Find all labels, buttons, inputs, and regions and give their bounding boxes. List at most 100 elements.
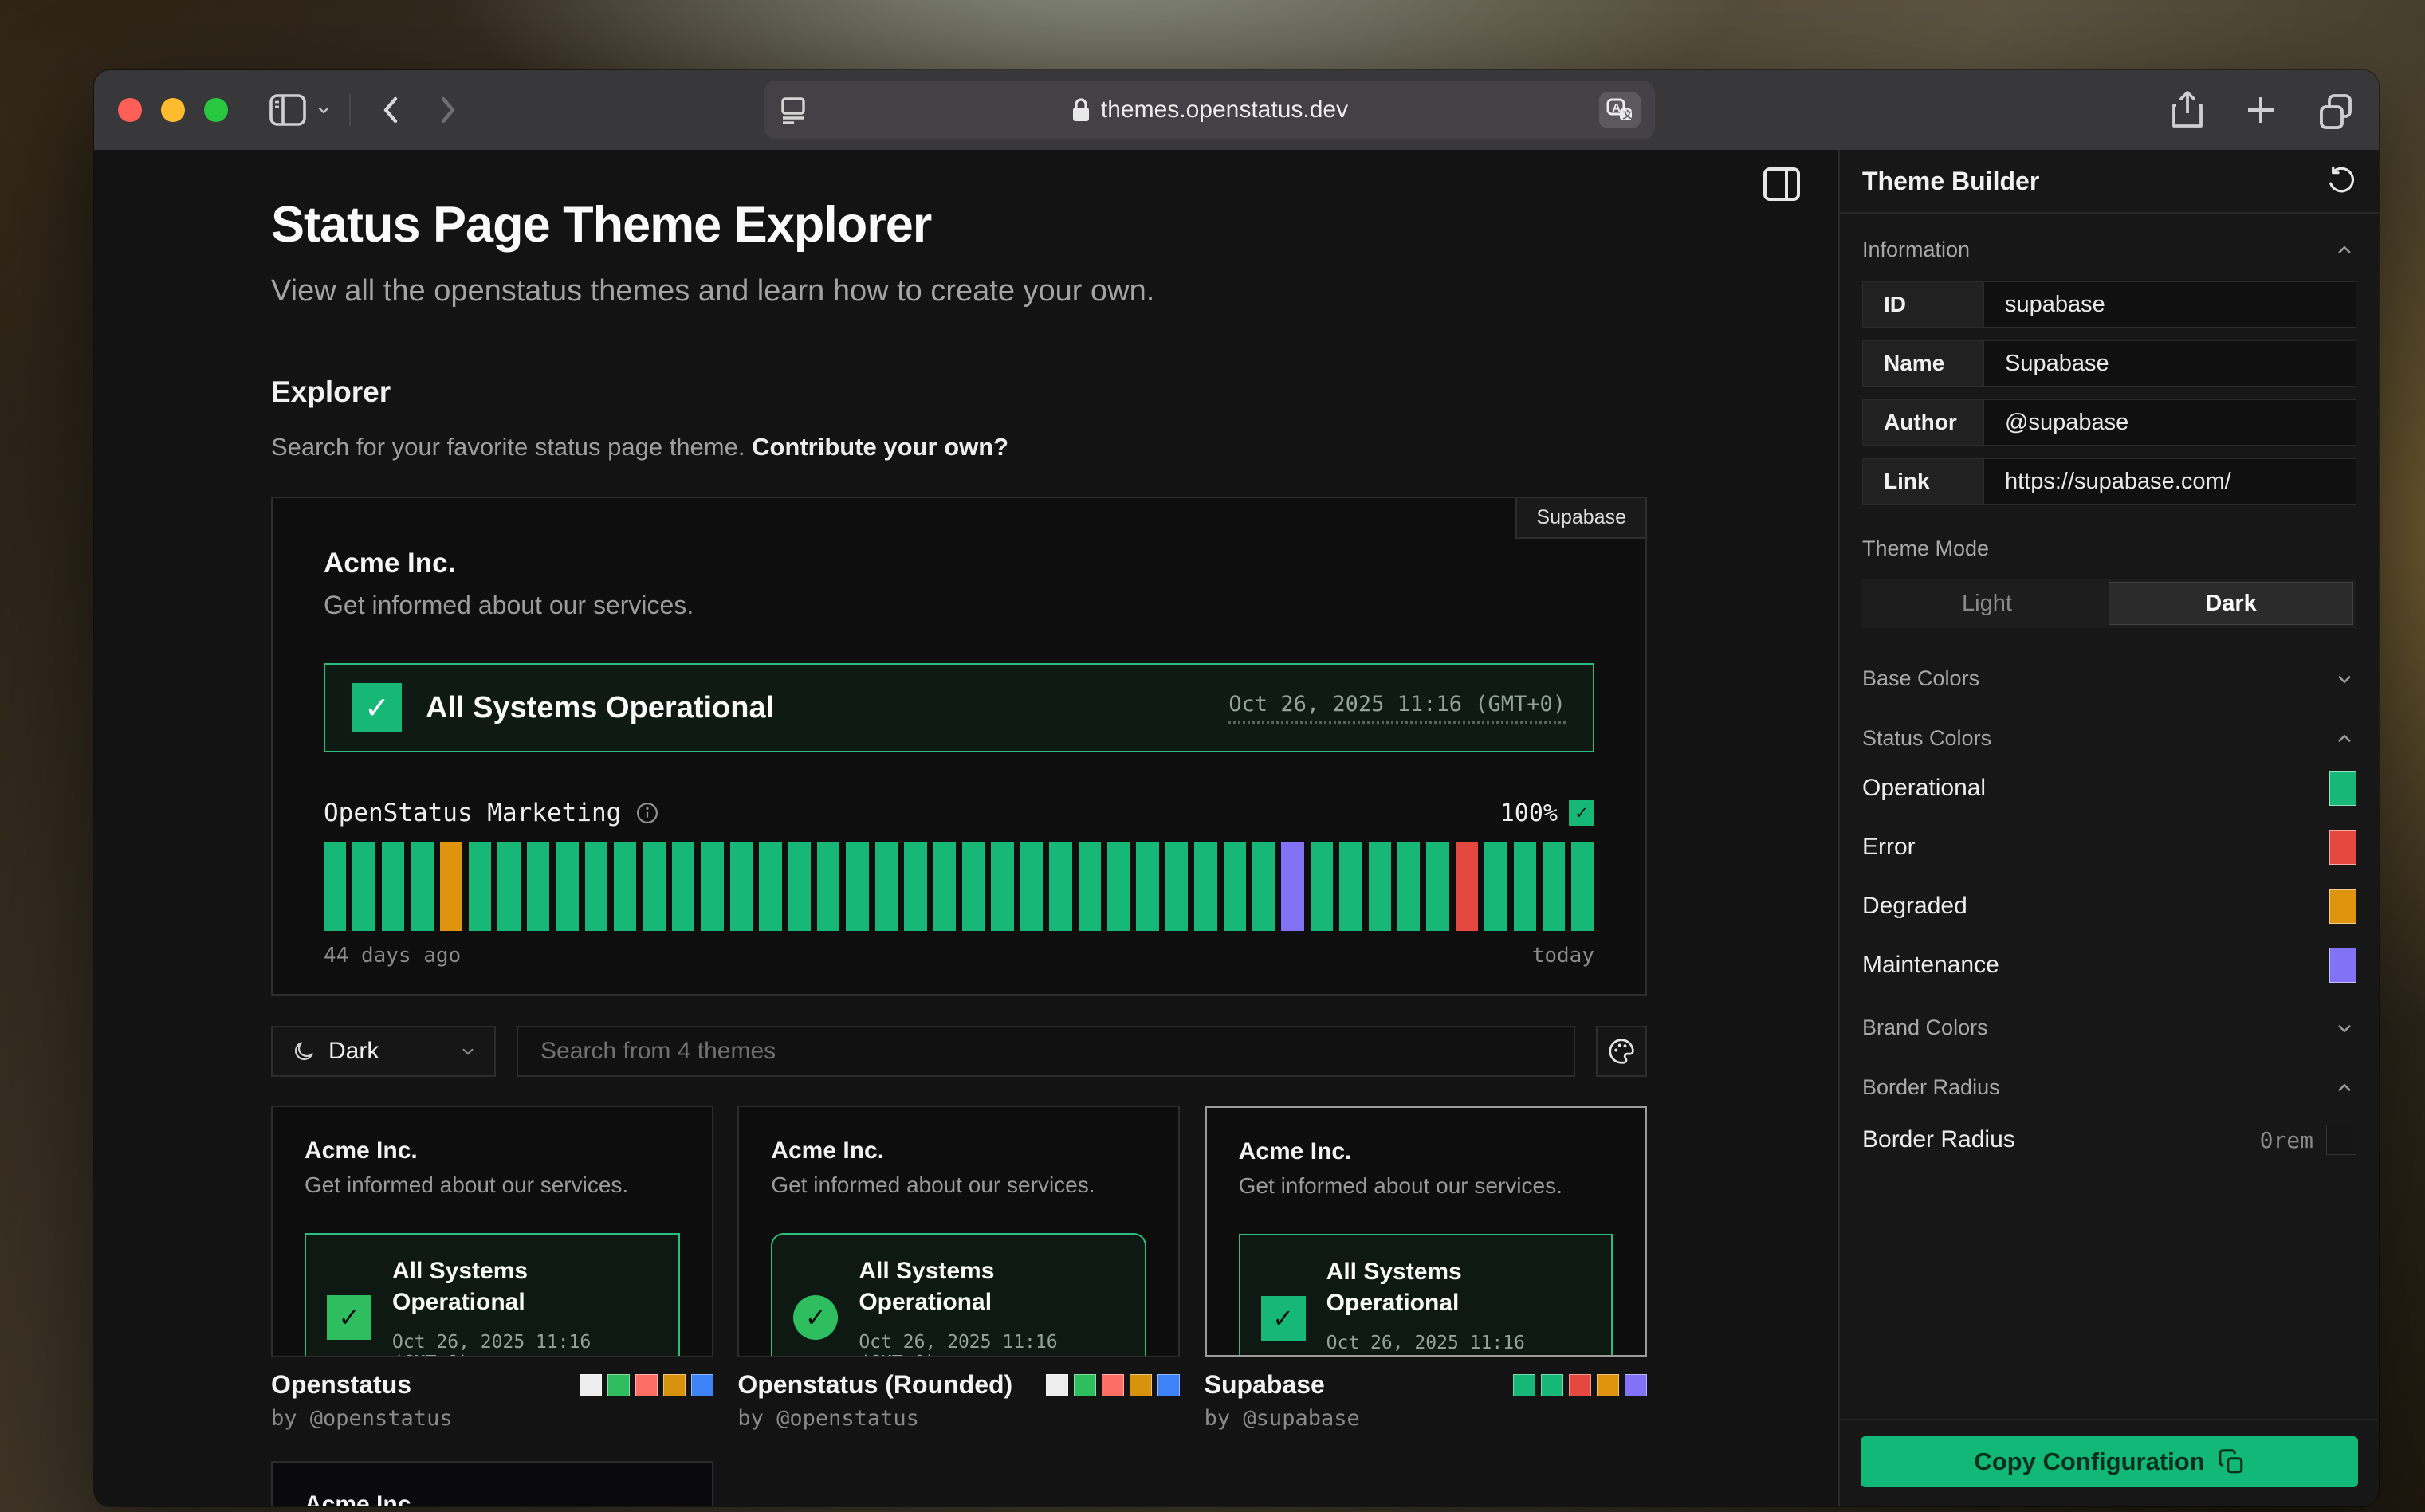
tracker-name: OpenStatus Marketing — [324, 799, 621, 827]
tracker-bar-operational[interactable] — [382, 842, 404, 931]
card-check-icon: ✓ — [327, 1295, 371, 1340]
tracker-bar-operational[interactable] — [1484, 842, 1507, 931]
section-brand-colors[interactable]: Brand Colors — [1862, 1015, 2356, 1040]
tracker-bar-operational[interactable] — [527, 842, 549, 931]
info-row-name: Name Supabase — [1862, 340, 2356, 387]
tracker-bar-operational[interactable] — [1339, 842, 1362, 931]
palette-button[interactable] — [1596, 1026, 1647, 1077]
tracker-bar-operational[interactable] — [933, 842, 956, 931]
info-row-link: Link https://supabase.com/ — [1862, 458, 2356, 505]
tracker-bar-degraded[interactable] — [440, 842, 462, 931]
border-radius-value: 0rem — [2260, 1127, 2313, 1153]
page-settings-icon[interactable] — [778, 94, 808, 126]
section-information[interactable]: Information — [1862, 238, 2356, 262]
close-window-button[interactable] — [118, 98, 142, 122]
theme-card-partial[interactable]: Acme Inc. Get informed about our service… — [271, 1461, 713, 1506]
tracker-bar-operational[interactable] — [585, 842, 607, 931]
theme-mode-select[interactable]: Dark — [271, 1026, 496, 1077]
chevron-down-icon — [2333, 667, 2356, 691]
tracker-bar-operational[interactable] — [1079, 842, 1101, 931]
operational-check-icon: ✓ — [352, 683, 402, 732]
section-border-radius[interactable]: Border Radius — [1862, 1075, 2356, 1100]
tracker-bar-operational[interactable] — [1571, 842, 1594, 931]
id-field[interactable]: supabase — [1984, 282, 2356, 327]
tracker-bar-operational[interactable] — [672, 842, 694, 931]
author-field[interactable]: @supabase — [1984, 400, 2356, 445]
moon-icon — [292, 1039, 316, 1063]
border-radius-swatch[interactable] — [2326, 1125, 2356, 1155]
status-banner-timestamp[interactable]: Oct 26, 2025 11:16 (GMT+0) — [1228, 692, 1566, 724]
tracker-bar-operational[interactable] — [1369, 842, 1391, 931]
tracker-bar-operational[interactable] — [324, 842, 346, 931]
info-icon[interactable] — [635, 801, 659, 825]
tracker-bar-operational[interactable] — [875, 842, 898, 931]
tracker-bar-operational[interactable] — [1311, 842, 1333, 931]
tracker-bar-operational[interactable] — [962, 842, 985, 931]
tracker-bar-operational[interactable] — [614, 842, 636, 931]
copy-configuration-button[interactable]: Copy Configuration — [1861, 1436, 2358, 1487]
light-mode-button[interactable]: Light — [1865, 582, 2109, 625]
tracker-bar-operational[interactable] — [1136, 842, 1158, 931]
tracker-bar-operational[interactable] — [469, 842, 491, 931]
tracker-bar-operational[interactable] — [497, 842, 520, 931]
sidebar-chevron-icon[interactable] — [314, 100, 333, 120]
search-input[interactable] — [517, 1026, 1575, 1077]
url-text[interactable]: themes.openstatus.dev — [1101, 96, 1348, 124]
tracker-bar-operational[interactable] — [788, 842, 811, 931]
tracker-bar-maintenance[interactable] — [1281, 842, 1303, 931]
translate-icon[interactable]: A文 — [1599, 92, 1641, 128]
reset-icon[interactable] — [2326, 166, 2356, 196]
tracker-bar-operational[interactable] — [556, 842, 578, 931]
tracker-bar-operational[interactable] — [1224, 842, 1246, 931]
tracker-bar-operational[interactable] — [1194, 842, 1216, 931]
dark-mode-button[interactable]: Dark — [2109, 582, 2353, 625]
operational-color-swatch[interactable] — [2329, 771, 2356, 806]
tracker-bar-operational[interactable] — [904, 842, 926, 931]
section-base-colors[interactable]: Base Colors — [1862, 666, 2356, 691]
new-tab-icon[interactable] — [2243, 92, 2278, 128]
address-bar[interactable]: themes.openstatus.dev A文 — [764, 81, 1655, 139]
link-field[interactable]: https://supabase.com/ — [1984, 459, 2356, 504]
swatch — [1157, 1374, 1180, 1396]
maximize-window-button[interactable] — [204, 98, 228, 122]
tracker-bar-operational[interactable] — [1252, 842, 1275, 931]
swatch — [1046, 1374, 1068, 1396]
theme-card-openstatus-rounded[interactable]: Acme Inc. Get informed about our service… — [737, 1106, 1180, 1431]
share-icon[interactable] — [2170, 89, 2205, 131]
panel-toggle-icon[interactable] — [1763, 167, 1800, 201]
contribute-link[interactable]: Contribute your own? — [752, 433, 1008, 461]
maintenance-color-swatch[interactable] — [2329, 948, 2356, 983]
panel-title: Theme Builder — [1862, 167, 2039, 196]
tracker-bar-operational[interactable] — [1397, 842, 1420, 931]
tracker-bar-error[interactable] — [1456, 842, 1478, 931]
tracker-bar-operational[interactable] — [1514, 842, 1536, 931]
name-field[interactable]: Supabase — [1984, 341, 2356, 386]
tracker-bar-operational[interactable] — [1049, 842, 1071, 931]
tracker-bar-operational[interactable] — [991, 842, 1013, 931]
tracker-bar-operational[interactable] — [759, 842, 781, 931]
tracker-bar-operational[interactable] — [817, 842, 839, 931]
minimize-window-button[interactable] — [161, 98, 185, 122]
back-button[interactable] — [378, 94, 405, 126]
card-status-line2: Operational — [1326, 1287, 1589, 1318]
tab-overview-icon[interactable] — [2317, 91, 2355, 129]
tracker-bar-operational[interactable] — [1020, 842, 1043, 931]
tracker-bar-operational[interactable] — [1543, 842, 1565, 931]
theme-card-openstatus[interactable]: Acme Inc. Get informed about our service… — [271, 1106, 713, 1431]
tracker-bar-operational[interactable] — [701, 842, 723, 931]
swatch — [607, 1374, 630, 1396]
degraded-color-swatch[interactable] — [2329, 889, 2356, 924]
theme-card-supabase[interactable]: Acme Inc. Get informed about our service… — [1205, 1106, 1647, 1431]
section-status-colors[interactable]: Status Colors — [1862, 726, 2356, 751]
tracker-bar-operational[interactable] — [1165, 842, 1188, 931]
sidebar-toggle-icon[interactable] — [269, 94, 306, 126]
error-color-swatch[interactable] — [2329, 830, 2356, 865]
tracker-bar-operational[interactable] — [1426, 842, 1448, 931]
tracker-bar-operational[interactable] — [846, 842, 868, 931]
tracker-bar-operational[interactable] — [1107, 842, 1130, 931]
tracker-bar-operational[interactable] — [730, 842, 753, 931]
forward-button[interactable] — [434, 94, 461, 126]
tracker-bar-operational[interactable] — [411, 842, 433, 931]
tracker-bar-operational[interactable] — [352, 842, 375, 931]
tracker-bar-operational[interactable] — [643, 842, 665, 931]
